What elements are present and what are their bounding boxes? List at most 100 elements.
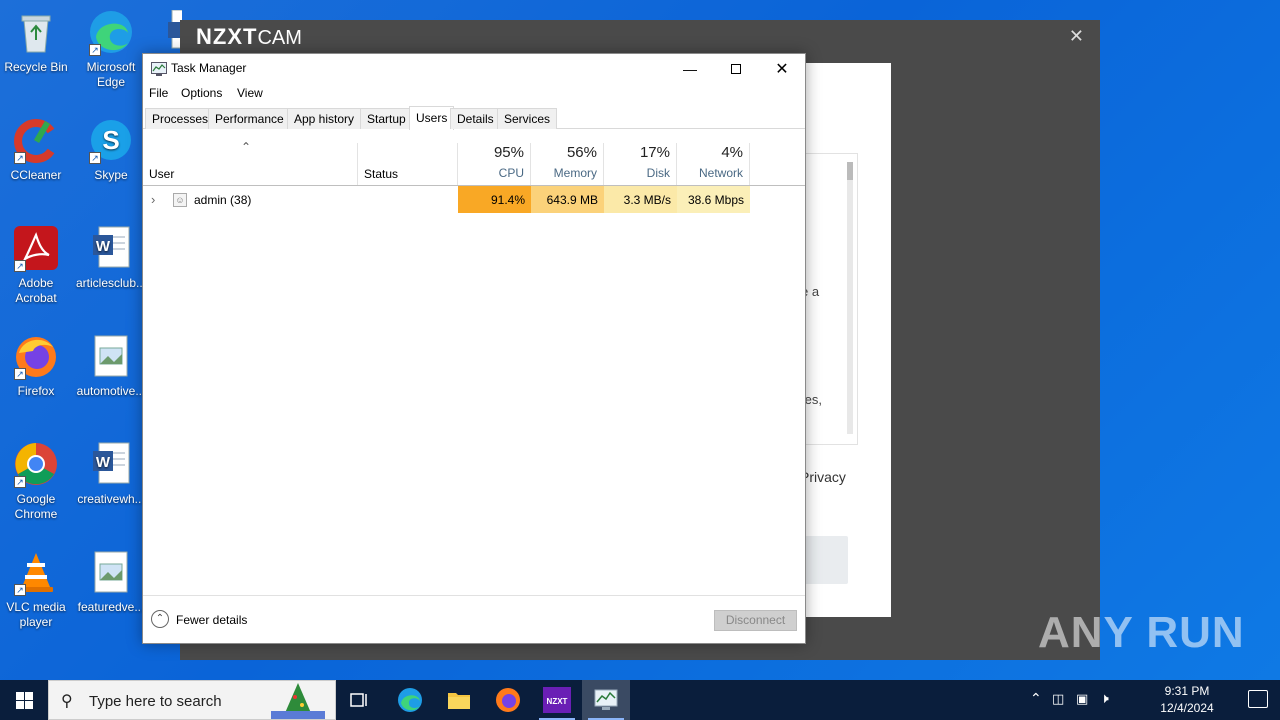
system-tray: ⌃ ◫ ▣ 🕨 xyxy=(1030,680,1150,720)
nzxt-title: NZXTCAM xyxy=(196,24,302,50)
menu-file[interactable]: File xyxy=(149,86,168,100)
column-label-memory: Memory xyxy=(553,166,597,180)
taskbar-firefox[interactable] xyxy=(484,680,532,720)
column-header-memory[interactable]: 56% Memory xyxy=(531,143,604,185)
svg-text:NZXT: NZXT xyxy=(547,697,568,706)
tab-startup[interactable]: Startup xyxy=(360,108,413,129)
maximize-icon xyxy=(731,64,741,74)
task-view-icon xyxy=(350,693,367,707)
task-manager-window[interactable]: Task Manager — ✕ File Options View Proce… xyxy=(142,53,806,644)
desktop-icon-recycle-bin[interactable]: Recycle Bin xyxy=(0,8,72,75)
desktop-icon-creativewh[interactable]: W creativewh... xyxy=(75,440,147,507)
menu-bar: File Options View xyxy=(143,84,805,104)
firefox-icon xyxy=(496,688,520,712)
column-label-status: Status xyxy=(364,167,399,181)
column-header-disk[interactable]: 17% Disk xyxy=(604,143,677,185)
column-label-disk: Disk xyxy=(646,166,670,180)
shortcut-arrow-icon: ↗ xyxy=(14,368,26,380)
shortcut-arrow-icon: ↗ xyxy=(89,152,101,164)
disk-total-percent: 17% xyxy=(639,144,670,161)
column-header-cpu[interactable]: 95% CPU xyxy=(458,143,531,185)
clock-time: 9:31 PM xyxy=(1164,684,1210,698)
chevron-up-icon[interactable]: ⌃ xyxy=(151,610,169,628)
network-icon[interactable]: ▣ xyxy=(1076,691,1088,707)
desktop-icon-vlc[interactable]: ↗ VLC media player xyxy=(0,548,72,630)
desktop-icon-articlesclub[interactable]: W articlesclub... xyxy=(75,224,147,291)
volume-icon[interactable]: 🕨 xyxy=(1100,690,1109,707)
close-button[interactable]: ✕ xyxy=(759,54,805,84)
column-header-user[interactable]: User xyxy=(143,143,358,185)
tab-performance[interactable]: Performance xyxy=(208,108,291,129)
tab-app-history[interactable]: App history xyxy=(287,108,362,129)
desktop-icon-skype[interactable]: S ↗ Skype xyxy=(75,116,147,183)
scrollbar[interactable] xyxy=(847,162,853,434)
anyrun-watermark: ANY RUN xyxy=(1038,608,1245,657)
disconnect-button[interactable]: Disconnect xyxy=(714,610,797,631)
word-document-icon: W xyxy=(87,440,135,488)
disk-cell: 3.3 MB/s xyxy=(604,186,677,213)
task-manager-icon xyxy=(151,62,167,76)
nzxt-terms-box: e a tes, xyxy=(800,153,858,445)
chevron-up-icon[interactable]: ⌃ xyxy=(1030,690,1042,707)
shortcut-arrow-icon: ↗ xyxy=(14,260,26,272)
clock[interactable]: 9:31 PM 12/4/2024 xyxy=(1152,683,1222,717)
nzxt-brand: NZXT xyxy=(196,24,258,49)
device-icon[interactable]: ◫ xyxy=(1052,691,1064,707)
desktop-icon-label: Adobe Acrobat xyxy=(15,276,57,305)
search-placeholder[interactable]: Type here to search xyxy=(89,693,222,710)
christmas-tree-icon xyxy=(271,683,325,719)
menu-view[interactable]: View xyxy=(237,86,263,100)
notification-center-icon[interactable] xyxy=(1248,690,1268,708)
cpu-total-percent: 95% xyxy=(493,144,524,161)
desktop-icon-label: Microsoft Edge xyxy=(86,60,136,89)
clock-date: 12/4/2024 xyxy=(1160,701,1214,715)
column-header-status[interactable]: Status xyxy=(358,143,458,185)
shortcut-arrow-icon: ↗ xyxy=(14,584,26,596)
maximize-button[interactable] xyxy=(713,54,759,84)
search-box[interactable]: ⚲ Type here to search xyxy=(48,680,336,720)
start-button[interactable] xyxy=(0,680,48,720)
chevron-right-icon[interactable]: › xyxy=(151,192,155,207)
desktop-icon-automotive[interactable]: automotive... xyxy=(75,332,147,399)
taskbar-task-manager[interactable] xyxy=(582,680,630,720)
desktop-icon-firefox[interactable]: ↗ Firefox xyxy=(0,332,72,399)
taskbar: ⚲ Type here to search NZXT ⌃ ◫ ▣ 🕨 9:31 … xyxy=(0,680,1280,720)
taskbar-nzxt-cam[interactable]: NZXT xyxy=(533,680,581,720)
window-title: Task Manager xyxy=(171,61,247,75)
tab-processes[interactable]: Processes xyxy=(145,108,216,129)
desktop-icon-chrome[interactable]: ↗ Google Chrome xyxy=(0,440,72,522)
minimize-button[interactable]: — xyxy=(667,54,713,84)
desktop-icon-featuredve[interactable]: featuredve... xyxy=(75,548,147,615)
column-header-network[interactable]: 4% Network xyxy=(677,143,750,185)
acrobat-icon: ↗ xyxy=(12,224,60,272)
privacy-link[interactable]: Privacy xyxy=(800,469,846,485)
desktop-icon-label: Google Chrome xyxy=(14,492,58,521)
tab-users[interactable]: Users xyxy=(409,106,455,130)
scrollbar-thumb[interactable] xyxy=(847,162,853,180)
desktop-icon-edge[interactable]: ↗ Microsoft Edge xyxy=(75,8,147,90)
nzxt-action-button[interactable] xyxy=(800,536,848,584)
shortcut-arrow-icon: ↗ xyxy=(14,476,26,488)
close-icon[interactable]: ✕ xyxy=(1069,26,1084,47)
title-bar[interactable]: Task Manager — ✕ xyxy=(143,54,805,84)
taskbar-edge[interactable] xyxy=(386,680,434,720)
shortcut-arrow-icon: ↗ xyxy=(14,152,26,164)
edge-icon xyxy=(398,688,422,712)
folder-icon xyxy=(448,693,470,709)
fewer-details-button[interactable]: Fewer details xyxy=(176,613,247,627)
memory-cell: 643.9 MB xyxy=(531,186,604,213)
task-view-button[interactable] xyxy=(336,680,384,720)
user-name: admin (38) xyxy=(194,193,252,207)
taskbar-file-explorer[interactable] xyxy=(435,680,483,720)
desktop-icon-label: Skype xyxy=(94,168,128,182)
svg-text:W: W xyxy=(96,238,111,255)
desktop-icon-acrobat[interactable]: ↗ Adobe Acrobat xyxy=(0,224,72,306)
tab-details[interactable]: Details xyxy=(450,108,501,129)
windows-logo-icon xyxy=(15,691,33,709)
tab-strip: Processes Performance App history Startu… xyxy=(143,106,805,130)
ccleaner-icon: ↗ xyxy=(12,116,60,164)
menu-options[interactable]: Options xyxy=(181,86,222,100)
desktop-icon-ccleaner[interactable]: ↗ CCleaner xyxy=(0,116,72,183)
tab-services[interactable]: Services xyxy=(497,108,558,129)
desktop-icon-label: featuredve... xyxy=(77,600,145,614)
